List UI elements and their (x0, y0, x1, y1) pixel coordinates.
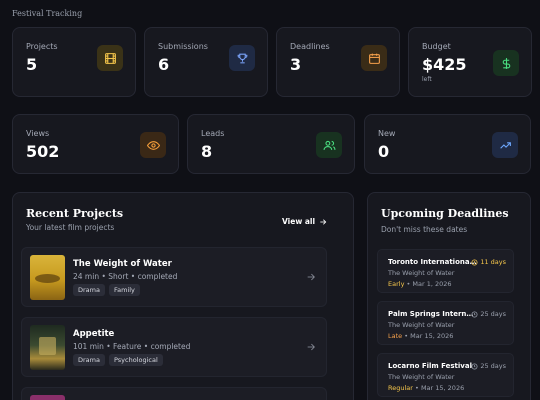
project-list-item[interactable] (21, 387, 327, 400)
separator: • (404, 332, 409, 340)
genre-tag: Drama (73, 284, 105, 296)
genre-tag: Drama (73, 354, 105, 366)
clock-icon (471, 259, 478, 265)
festival-name: Palm Springs Internati... (388, 310, 478, 318)
trophy-icon (229, 45, 255, 71)
date-label: Mar 15, 2026 (420, 384, 465, 392)
stat-value: 8 (201, 142, 213, 161)
project-title: Appetite (73, 329, 115, 339)
stat-card-projects[interactable]: Projects 5 (12, 27, 136, 97)
days-remaining: 25 days (471, 362, 506, 370)
stat-label: Leads (201, 129, 225, 138)
days-remaining: 25 days (471, 310, 506, 318)
film-icon (97, 45, 123, 71)
dollar-icon (493, 50, 519, 76)
days-label: 25 days (480, 310, 506, 318)
date-label: Mar 1, 2026 (412, 280, 452, 288)
view-all-label: View all (282, 217, 316, 226)
poster-image (30, 255, 65, 300)
stat-label: Submissions (158, 42, 208, 51)
stat-value: 502 (26, 142, 60, 161)
tier-label: Late (388, 332, 403, 340)
separator: • (406, 280, 411, 288)
poster-image (30, 325, 65, 370)
trending-up-icon (492, 132, 518, 158)
recent-projects-panel: Recent Projects Your latest film project… (12, 192, 354, 400)
stat-sub: left (422, 76, 432, 83)
stat-card-leads[interactable]: Leads 8 (187, 114, 355, 174)
film-name: The Weight of Water (388, 373, 455, 381)
eye-icon (140, 132, 166, 158)
deadline-date: Late • Mar 15, 2026 (388, 332, 453, 340)
stat-card-submissions[interactable]: Submissions 6 (144, 27, 268, 97)
view-all-link[interactable]: View all (282, 217, 327, 226)
project-list-item[interactable]: Appetite 101 min • Feature • completed D… (21, 317, 327, 377)
upcoming-deadlines-panel: Upcoming Deadlines Don't miss these date… (367, 192, 531, 400)
project-meta: 101 min • Feature • completed (73, 342, 191, 351)
users-icon (316, 132, 342, 158)
arrow-right-icon (307, 273, 315, 281)
stat-card-new[interactable]: New 0 (364, 114, 531, 174)
clock-icon (471, 311, 478, 317)
project-title: The Weight of Water (73, 259, 172, 269)
deadline-date: Early • Mar 1, 2026 (388, 280, 452, 288)
stat-card-views[interactable]: Views 502 (12, 114, 179, 174)
panel-subtitle: Your latest film projects (26, 223, 115, 232)
stat-value: 3 (290, 55, 302, 74)
days-remaining: 11 days (471, 258, 506, 266)
stat-label: New (378, 129, 396, 138)
stat-card-deadlines[interactable]: Deadlines 3 (276, 27, 400, 97)
arrow-right-icon (320, 218, 327, 225)
panel-title: Upcoming Deadlines (381, 207, 509, 220)
film-name: The Weight of Water (388, 321, 455, 329)
calendar-icon (361, 45, 387, 71)
tier-label: Regular (388, 384, 413, 392)
stat-value: 5 (26, 55, 38, 74)
section-title: Festival Tracking (12, 9, 83, 18)
film-name: The Weight of Water (388, 269, 455, 277)
stat-label: Views (26, 129, 50, 138)
clock-icon (471, 363, 478, 369)
genre-tag: Family (108, 284, 140, 296)
stat-label: Deadlines (290, 42, 330, 51)
days-label: 25 days (480, 362, 506, 370)
arrow-right-icon (307, 343, 315, 351)
festival-name: Toronto International Fi... (388, 258, 478, 266)
separator: • (415, 384, 419, 392)
project-list-item[interactable]: The Weight of Water 24 min • Short • com… (21, 247, 327, 307)
stat-value: 6 (158, 55, 170, 74)
deadline-date: Regular • Mar 15, 2026 (388, 384, 464, 392)
poster-image (30, 395, 65, 400)
deadline-item[interactable]: Locarno Film Festival 25 days The Weight… (377, 353, 514, 397)
date-label: Mar 15, 2026 (410, 332, 454, 340)
stat-value: 0 (378, 142, 390, 161)
project-meta: 24 min • Short • completed (73, 272, 178, 281)
stat-card-budget[interactable]: Budget $425 left (408, 27, 532, 97)
genre-tag: Psychological (108, 354, 163, 366)
days-label: 11 days (480, 258, 506, 266)
stat-value: $425 (422, 55, 467, 74)
festival-name: Locarno Film Festival (388, 362, 472, 370)
panel-subtitle: Don't miss these dates (381, 225, 468, 234)
stat-label: Projects (26, 42, 58, 51)
deadline-item[interactable]: Palm Springs Internati... 25 days The We… (377, 301, 514, 345)
tier-label: Early (388, 280, 405, 288)
deadline-item[interactable]: Toronto International Fi... 11 days The … (377, 249, 514, 293)
stat-label: Budget (422, 42, 451, 51)
panel-title: Recent Projects (26, 207, 124, 220)
